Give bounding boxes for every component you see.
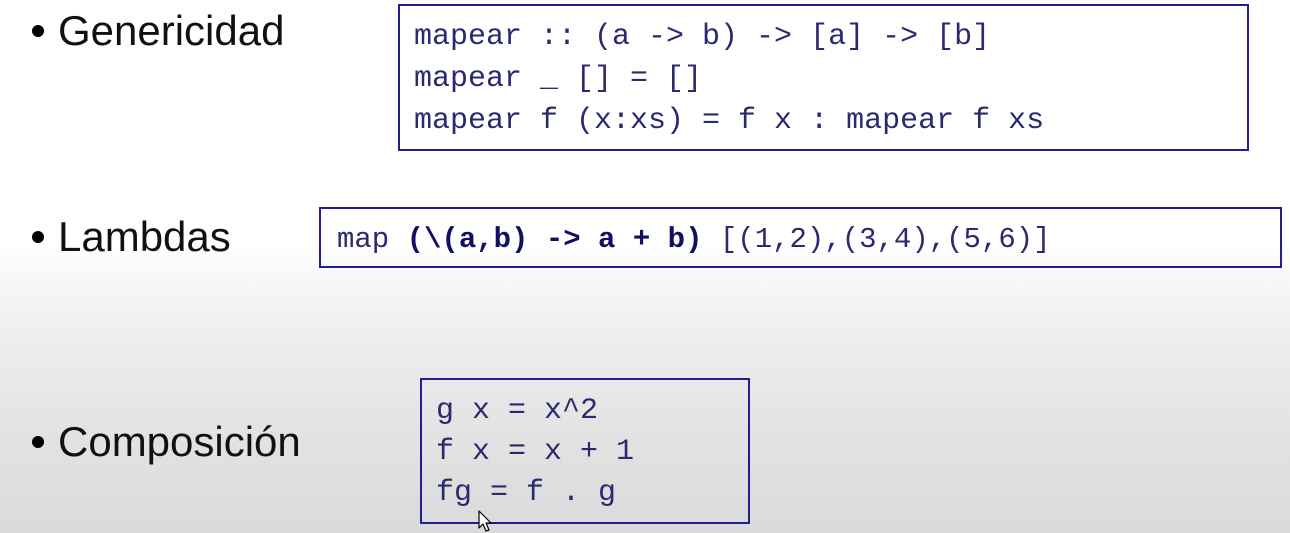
code-line: mapear _ [] = []	[414, 62, 703, 96]
mouse-cursor-icon	[478, 510, 492, 532]
bullet-lambdas: Lambdas	[32, 216, 231, 258]
label-genericidad: Genericidad	[58, 7, 285, 54]
code-line: fg = f . g	[436, 476, 617, 510]
code-line-lambda: map (\(a,b) -> a + b) [(1,2),(3,4),(5,6)…	[337, 225, 1051, 254]
code-line: mapear :: (a -> b) -> [a] -> [b]	[414, 20, 991, 54]
code-lambda: (\(a,b) -> a + b)	[406, 223, 703, 256]
slide: { "sections": [ { "label": "Genericidad"…	[0, 0, 1290, 533]
label-composicion: Composición	[58, 418, 301, 465]
code-box-composicion: g x = x^2 f x = x + 1 fg = f . g	[420, 378, 750, 524]
code-line: mapear f (x:xs) = f x : mapear f xs	[414, 104, 1045, 138]
bullet-composicion: Composición	[32, 421, 301, 463]
code-box-lambdas: map (\(a,b) -> a + b) [(1,2),(3,4),(5,6)…	[319, 207, 1282, 268]
code-suffix: [(1,2),(3,4),(5,6)]	[702, 223, 1051, 256]
code-line: f x = x + 1	[436, 435, 635, 469]
code-box-genericidad: mapear :: (a -> b) -> [a] -> [b] mapear …	[398, 4, 1249, 151]
bullet-dot	[32, 25, 44, 37]
bullet-dot	[32, 436, 44, 448]
label-lambdas: Lambdas	[58, 213, 231, 260]
bullet-genericidad: Genericidad	[32, 10, 284, 52]
bullet-dot	[32, 231, 44, 243]
code-line: g x = x^2	[436, 394, 599, 428]
code-prefix: map	[337, 223, 407, 256]
